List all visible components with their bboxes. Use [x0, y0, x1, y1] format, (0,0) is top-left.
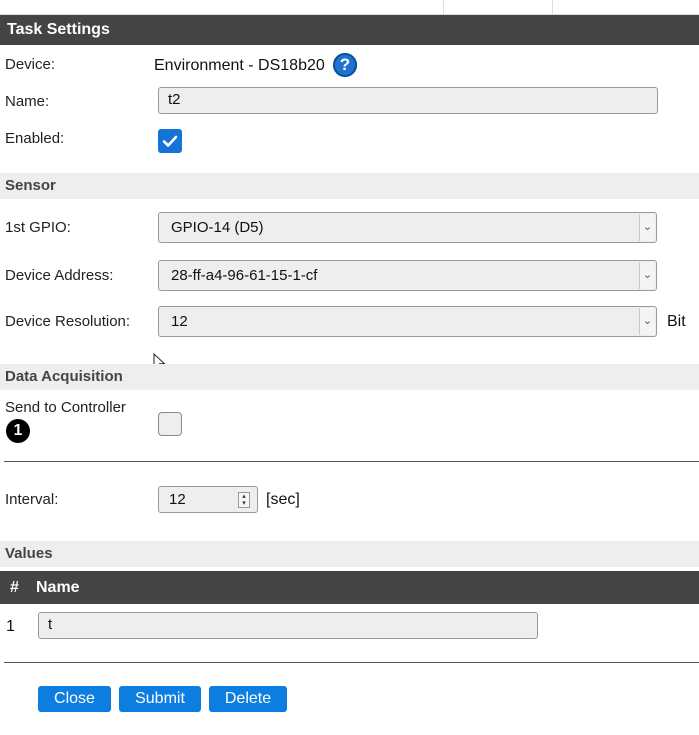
name-label: Name:	[5, 93, 50, 110]
task-settings-header: Task Settings	[0, 15, 699, 45]
interval-unit: [sec]	[266, 491, 300, 508]
submit-button[interactable]: Submit	[119, 686, 201, 712]
resolution-unit: Bit	[667, 313, 686, 330]
column-index-header: #	[10, 579, 19, 596]
send-to-controller-checkbox[interactable]	[158, 412, 182, 436]
device-address-value: 28-ff-a4-96-61-15-1-cf	[171, 267, 318, 284]
active-tab[interactable]	[443, 0, 553, 14]
tab-strip-border	[0, 6, 699, 15]
gpio-label: 1st GPIO:	[5, 219, 71, 236]
device-resolution-select[interactable]: 12 ⌄	[158, 306, 657, 337]
help-icon[interactable]: ?	[333, 53, 357, 77]
device-value: Environment - DS18b20	[154, 57, 325, 74]
chevron-down-icon: ⌄	[639, 262, 655, 289]
delete-button[interactable]: Delete	[209, 686, 287, 712]
close-button[interactable]: Close	[38, 686, 111, 712]
gpio-select-value: GPIO-14 (D5)	[171, 219, 264, 236]
interval-number-input[interactable]: 12 ▴ ▾	[158, 486, 258, 513]
enabled-checkbox[interactable]	[158, 129, 182, 153]
enabled-label: Enabled:	[5, 130, 65, 147]
values-section-header: Values	[0, 541, 699, 567]
interval-label: Interval:	[5, 491, 59, 508]
section-divider	[4, 461, 699, 462]
chevron-down-icon: ⌄	[639, 308, 655, 335]
table-row: 1 t	[0, 612, 699, 642]
device-resolution-label: Device Resolution:	[5, 313, 131, 330]
device-address-label: Device Address:	[5, 267, 114, 284]
bottom-divider	[4, 662, 699, 663]
device-label: Device:	[5, 56, 56, 73]
row-index: 1	[6, 618, 15, 635]
sensor-section-header: Sensor	[0, 173, 699, 199]
interval-value: 12	[169, 491, 186, 508]
help-glyph: ?	[339, 55, 351, 74]
data-acquisition-section-header: Data Acquisition	[0, 364, 699, 390]
controller-number-badge: 1	[6, 419, 30, 443]
device-address-select[interactable]: 28-ff-a4-96-61-15-1-cf ⌄	[158, 260, 657, 291]
column-name-header: Name	[36, 579, 80, 596]
send-to-controller-label: Send to Controller	[5, 399, 126, 416]
values-table-header: # Name	[0, 571, 699, 604]
spin-updown-icon[interactable]: ▴ ▾	[238, 492, 250, 508]
top-tab-strip	[0, 0, 699, 15]
chevron-down-icon: ⌄	[639, 214, 655, 241]
checkmark-icon	[162, 135, 178, 147]
value-name-input[interactable]: t	[38, 612, 538, 639]
device-resolution-value: 12	[171, 313, 188, 330]
gpio-select[interactable]: GPIO-14 (D5) ⌄	[158, 212, 657, 243]
name-input[interactable]: t2	[158, 87, 658, 114]
